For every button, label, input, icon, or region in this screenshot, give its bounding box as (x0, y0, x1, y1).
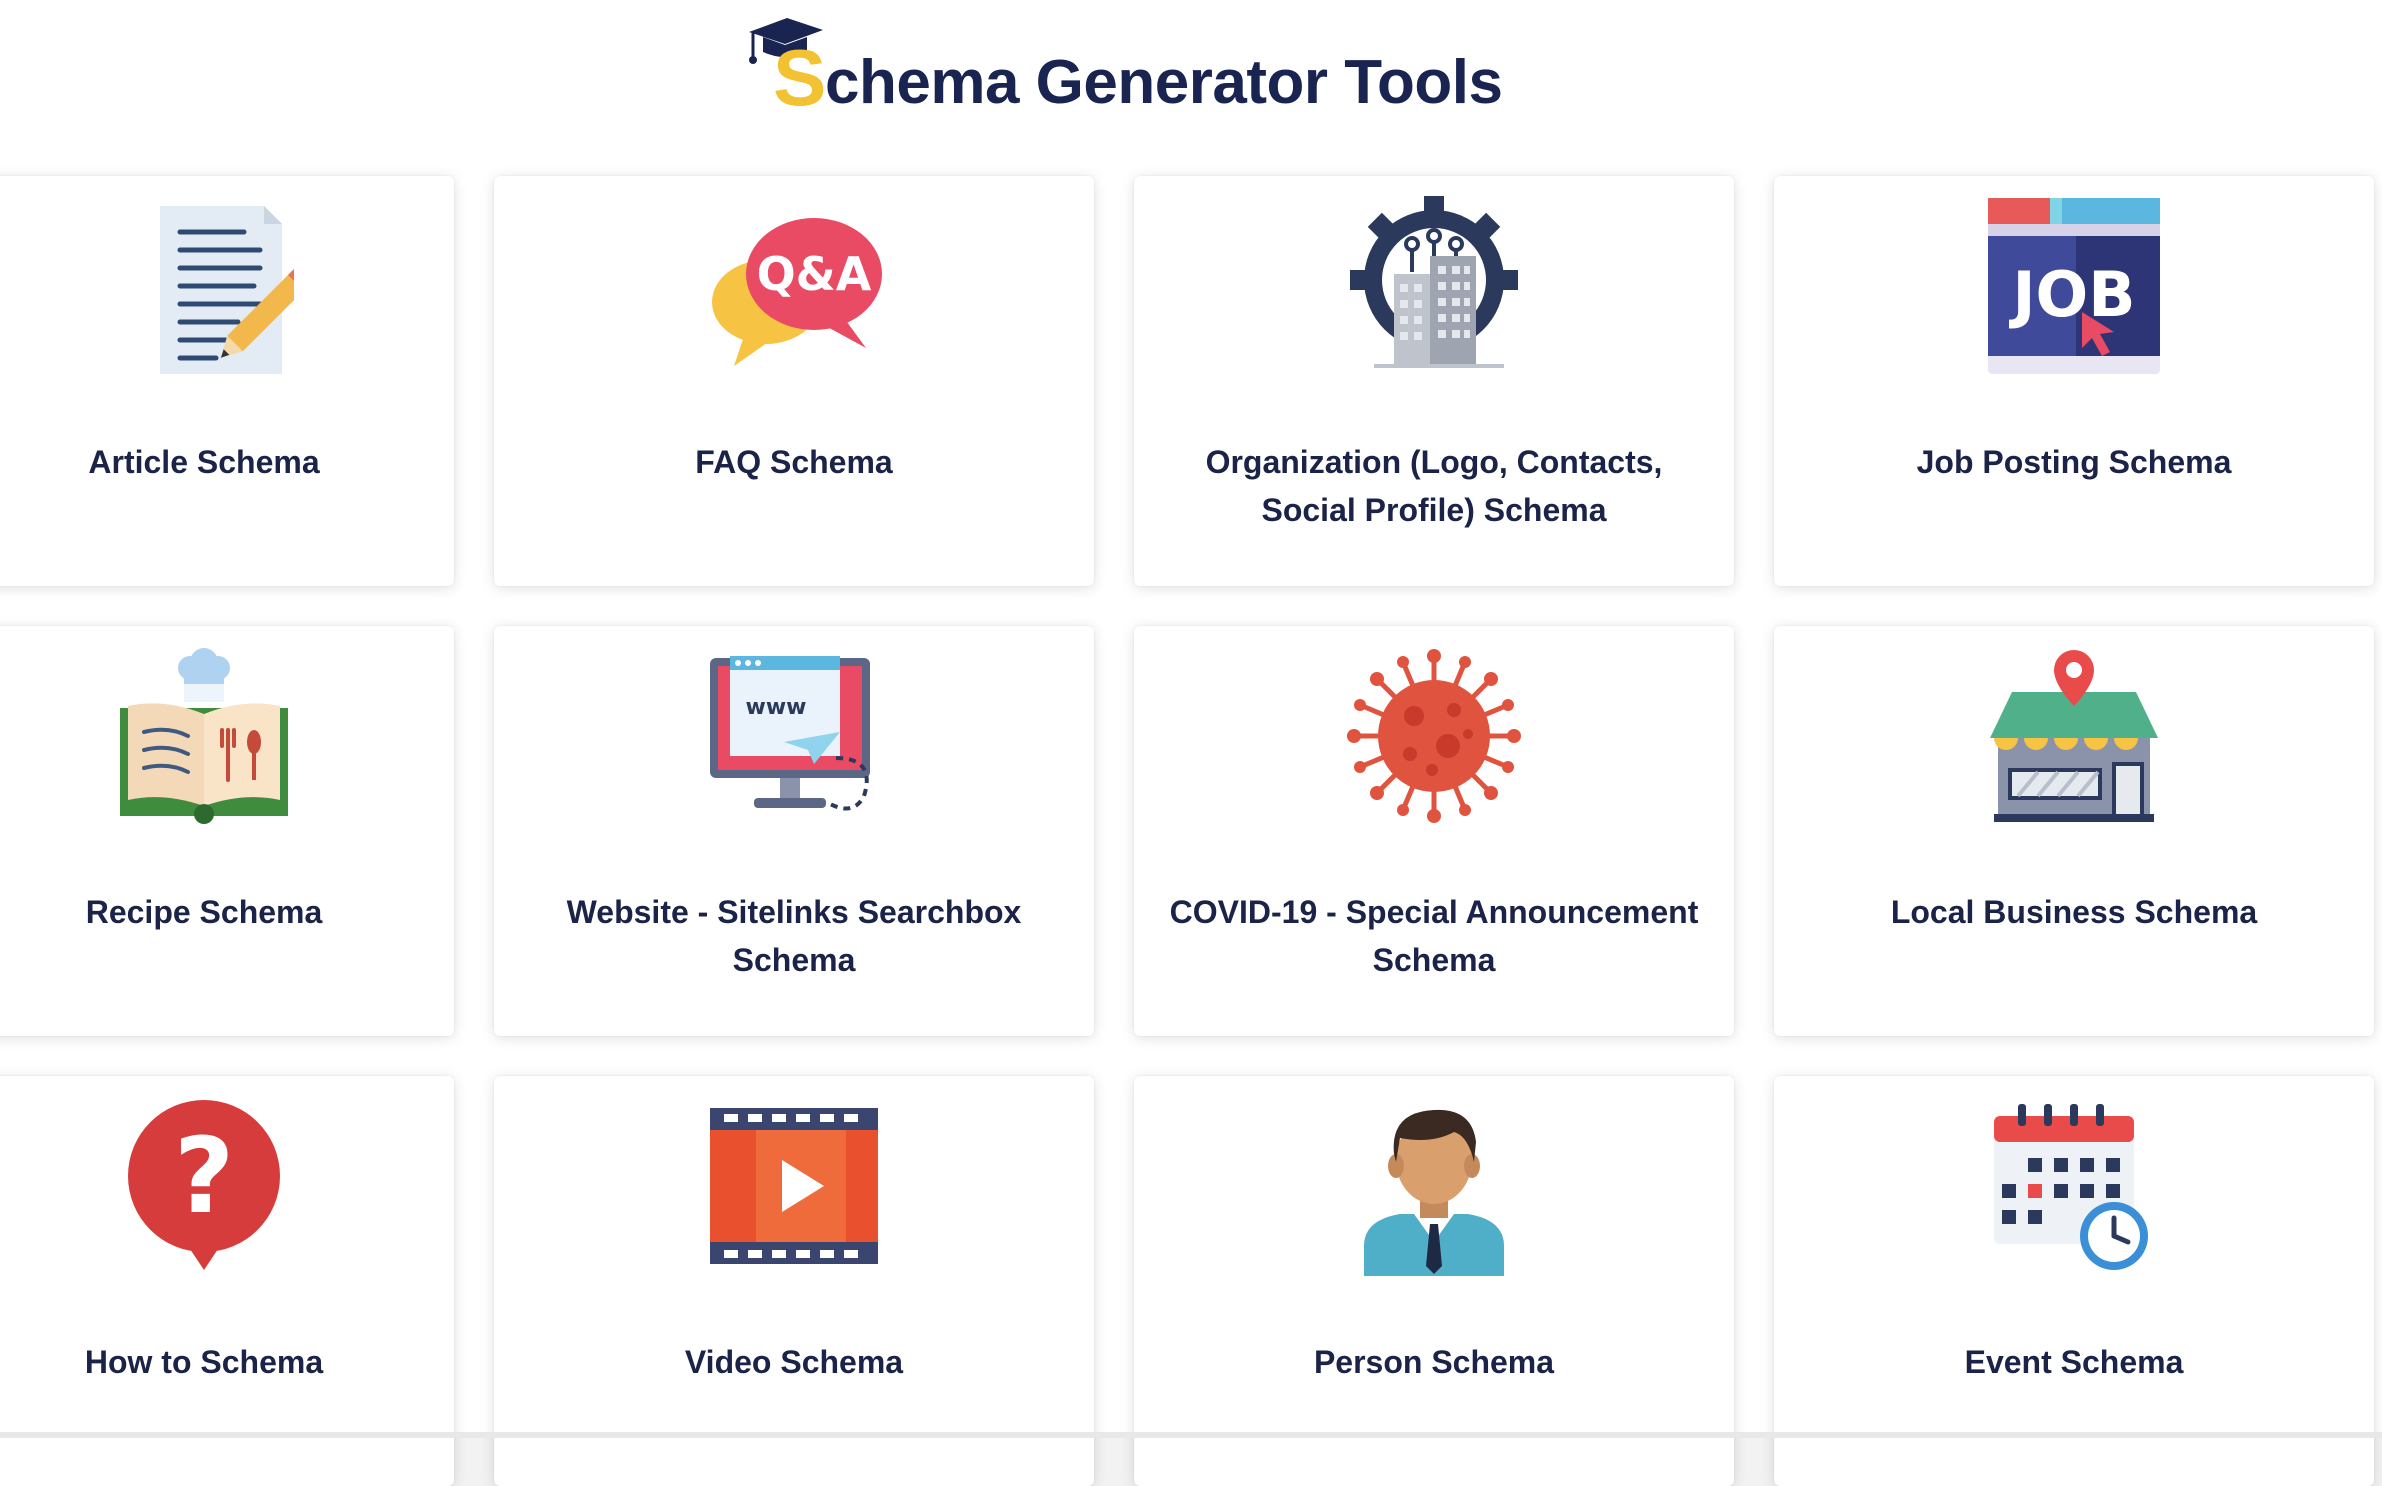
card-label: Website - Sitelinks Searchbox Schema (566, 894, 1022, 978)
card-label: Video Schema (684, 1344, 904, 1380)
virus-icon (1344, 646, 1524, 826)
card-article-schema[interactable]: Article Schema (0, 176, 454, 586)
person-avatar-icon (1344, 1096, 1524, 1276)
card-label: Person Schema (1313, 1344, 1555, 1380)
site-logo[interactable]: S chema Generator Tools (745, 10, 1503, 122)
recipe-book-chef-hat-icon (114, 646, 294, 826)
card-covid19-schema[interactable]: COVID-19 - Special Announcement Schema (1134, 626, 1734, 1036)
bottom-divider (0, 1432, 2382, 1438)
logo-letter-s: S (773, 33, 827, 122)
card-label: Recipe Schema (85, 894, 323, 930)
card-recipe-schema[interactable]: Recipe Schema (0, 626, 454, 1036)
schema-tools-grid: Article Schema Q&A FAQ Schema Organizati… (0, 176, 2382, 1486)
card-label: Organization (Logo, Contacts, Social Pro… (1205, 444, 1663, 528)
card-how-to-schema[interactable]: ? How to Schema (0, 1076, 454, 1486)
svg-text:Q&A: Q&A (757, 247, 872, 301)
card-label: FAQ Schema (695, 444, 893, 480)
question-mark-bubble-icon: ? (114, 1096, 294, 1276)
svg-text:JOB: JOB (2008, 258, 2135, 331)
card-person-schema[interactable]: Person Schema (1134, 1076, 1734, 1486)
svg-text:?: ? (174, 1115, 234, 1237)
header: S chema Generator Tools (0, 0, 2382, 150)
page-title: chema Generator Tools (825, 48, 1503, 117)
card-local-business-schema[interactable]: Local Business Schema (1774, 626, 2374, 1036)
card-label: Article Schema (88, 444, 320, 480)
organization-gear-building-icon (1344, 196, 1524, 376)
card-job-posting-schema[interactable]: JOB Job Posting Schema (1774, 176, 2374, 586)
card-event-schema[interactable]: Event Schema (1774, 1076, 2374, 1486)
card-label: Event Schema (1964, 1344, 2184, 1380)
card-label: COVID-19 - Special Announcement Schema (1169, 894, 1699, 978)
card-label: Local Business Schema (1890, 894, 2258, 930)
card-website-sitelinks-schema[interactable]: www Website - Sitelinks Searchbox Schema (494, 626, 1094, 1036)
website-monitor-www-icon: www (704, 646, 884, 826)
event-calendar-clock-icon (1984, 1096, 2164, 1276)
qa-speech-bubbles-icon: Q&A (704, 196, 884, 376)
card-faq-schema[interactable]: Q&A FAQ Schema (494, 176, 1094, 586)
card-organization-schema[interactable]: Organization (Logo, Contacts, Social Pro… (1134, 176, 1734, 586)
job-browser-icon: JOB (1984, 196, 2164, 376)
video-film-play-icon (704, 1096, 884, 1276)
card-label: How to Schema (84, 1344, 324, 1380)
page: S chema Generator Tools Article Schema Q… (0, 0, 2382, 1486)
card-label: Job Posting Schema (1916, 444, 2232, 480)
card-video-schema[interactable]: Video Schema (494, 1076, 1094, 1486)
storefront-location-pin-icon (1984, 646, 2164, 826)
svg-text:www: www (746, 695, 807, 720)
article-document-pencil-icon (114, 196, 294, 376)
